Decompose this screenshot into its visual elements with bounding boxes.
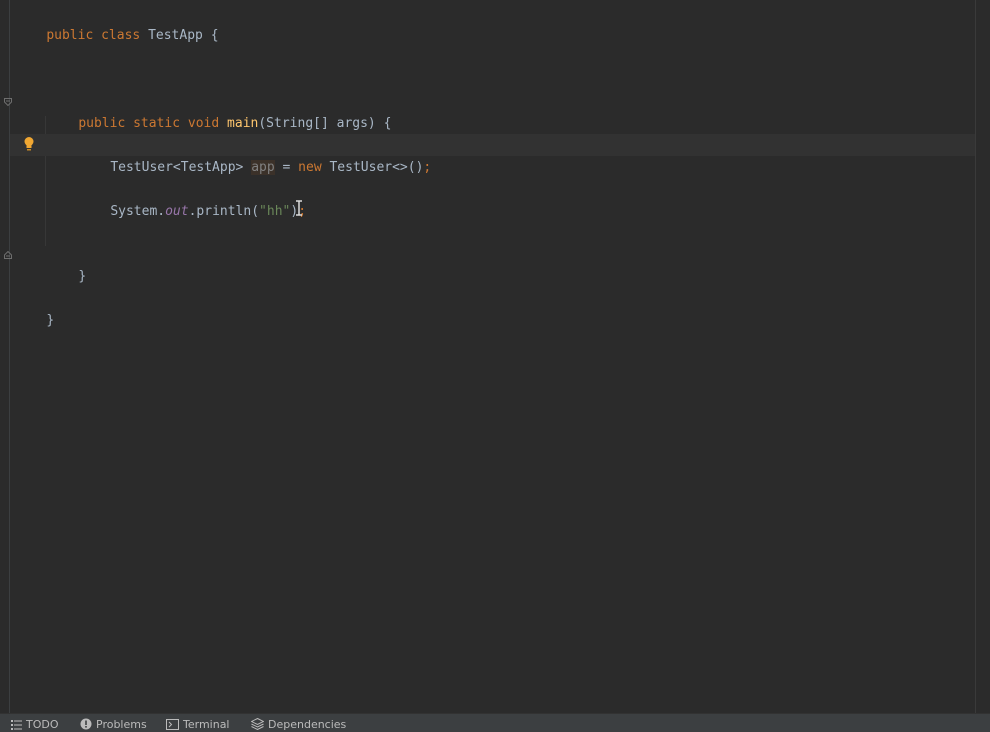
brace: } [78, 269, 87, 284]
info-circle-icon [80, 718, 92, 730]
brace: { [383, 116, 392, 131]
unused-variable[interactable]: app [251, 160, 275, 175]
fold-marker-icon[interactable] [4, 98, 12, 106]
method-call: .println( [188, 204, 260, 219]
brace: { [210, 28, 219, 43]
tool-window-bar: TODO Problems Terminal Dependencies [0, 713, 990, 732]
terminal-label: Terminal [183, 717, 230, 731]
problems-tab[interactable]: Problems [80, 717, 147, 731]
terminal-tab[interactable]: Terminal [166, 717, 230, 731]
intention-bulb-icon[interactable] [23, 136, 35, 152]
code-line-method-close: } [47, 244, 86, 284]
code-line-class-declaration: public class TestApp { [15, 3, 218, 43]
problems-label: Problems [96, 717, 147, 731]
right-margin-guide [975, 0, 976, 713]
constructor-call: TestUser<>() [329, 160, 424, 175]
keyword: class [101, 28, 141, 43]
code-editor[interactable]: public class TestApp { public static voi… [0, 0, 990, 713]
method-name: main [227, 116, 259, 131]
class-name: TestApp [148, 28, 203, 43]
static-field: out [165, 204, 189, 219]
brace: } [46, 313, 55, 328]
semicolon: ; [423, 160, 432, 175]
text-cursor-icon [296, 200, 302, 216]
todo-label: TODO [26, 717, 59, 731]
code-line-variable-declaration: TestUser<TestApp> app = new TestUser<>()… [79, 135, 431, 175]
layers-icon [251, 718, 264, 730]
keyword: static [133, 116, 181, 131]
type-name: TestUser<TestApp> [110, 160, 244, 175]
keyword: public [46, 28, 94, 43]
keyword: public [78, 116, 126, 131]
class-reference: System. [110, 204, 166, 219]
operator: = [282, 160, 291, 175]
dependencies-label: Dependencies [268, 717, 347, 731]
list-icon [11, 719, 22, 730]
gutter-divider [9, 0, 10, 713]
keyword: void [187, 116, 220, 131]
dependencies-tab[interactable]: Dependencies [251, 717, 346, 731]
terminal-icon [166, 718, 179, 730]
code-line-println: System.out.println("hh"); [79, 179, 306, 219]
code-line-class-close: } [15, 288, 54, 328]
keyword: new [298, 160, 322, 175]
todo-tab[interactable]: TODO [11, 717, 59, 731]
string-literal: "hh" [259, 204, 291, 219]
code-line-main-method: public static void main(String[] args) { [47, 91, 391, 131]
method-params: (String[] args) [258, 116, 376, 131]
fold-end-marker-icon[interactable] [4, 251, 12, 259]
